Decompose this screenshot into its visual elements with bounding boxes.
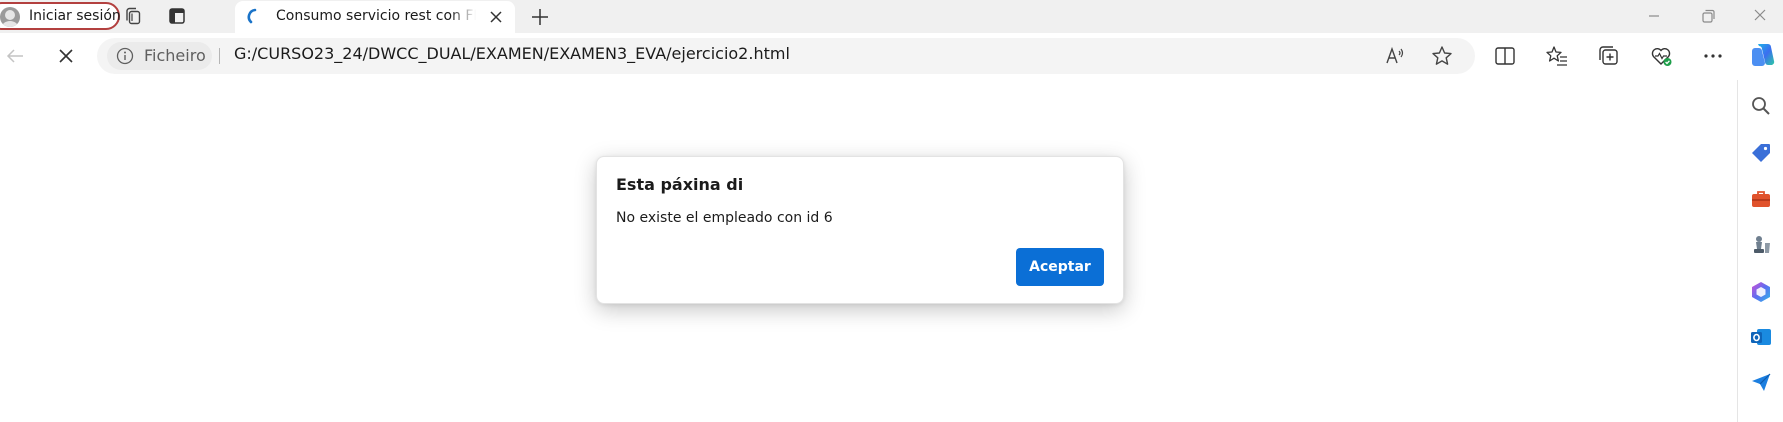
read-aloud-icon[interactable]	[1383, 44, 1407, 68]
favorites-icon[interactable]	[1545, 44, 1569, 68]
profile-label: Iniciar sesión	[29, 8, 121, 24]
close-icon[interactable]	[487, 8, 505, 26]
address-toolbar: Ficheiro G:/CURSO23_24/DWCC_DUAL/EXAMEN/…	[0, 33, 1783, 80]
split-screen-icon[interactable]	[1493, 44, 1517, 68]
more-dots-icon[interactable]	[1701, 44, 1725, 68]
tools-briefcase-icon[interactable]	[1749, 187, 1773, 211]
url-text[interactable]: G:/CURSO23_24/DWCC_DUAL/EXAMEN/EXAMEN3_E…	[234, 44, 790, 63]
site-chip-label: Ficheiro	[144, 46, 206, 65]
outlook-icon[interactable]	[1749, 325, 1773, 349]
person-avatar-icon	[0, 7, 20, 27]
profile-button[interactable]: Iniciar sesión	[0, 2, 121, 30]
chip-divider	[219, 48, 220, 64]
copilot-icon[interactable]	[1749, 41, 1777, 69]
dialog-title: Esta páxina di	[616, 175, 744, 194]
tab-title: Consumo servicio rest con FECTH	[276, 8, 476, 24]
accept-button[interactable]: Aceptar	[1016, 248, 1104, 286]
send-icon[interactable]	[1749, 370, 1773, 394]
microsoft-365-icon[interactable]	[1749, 280, 1773, 304]
active-tab[interactable]: Consumo servicio rest con FECTH	[235, 1, 515, 33]
browser-essentials-icon[interactable]	[1649, 44, 1673, 68]
loading-spinner-icon	[247, 8, 257, 24]
collections-icon[interactable]	[1597, 44, 1621, 68]
window-close-icon[interactable]	[1748, 5, 1772, 27]
restore-icon[interactable]	[1696, 5, 1720, 27]
minimize-icon[interactable]	[1642, 5, 1666, 27]
site-info-chip[interactable]: Ficheiro	[107, 42, 212, 70]
tab-strip: Iniciar sesión Consumo servicio rest con…	[0, 0, 1783, 33]
dialog-message: No existe el empleado con id 6	[616, 210, 833, 226]
edge-sidebar	[1737, 80, 1783, 422]
plus-icon[interactable]	[527, 4, 553, 30]
stop-loading-icon[interactable]	[51, 41, 81, 71]
address-bar[interactable]: Ficheiro G:/CURSO23_24/DWCC_DUAL/EXAMEN/…	[97, 38, 1475, 74]
games-chess-icon[interactable]	[1749, 233, 1773, 257]
back-arrow-icon[interactable]	[0, 41, 30, 71]
workspaces-icon[interactable]	[121, 4, 145, 28]
search-icon[interactable]	[1749, 94, 1773, 118]
alert-dialog: Esta páxina di No existe el empleado con…	[596, 156, 1124, 304]
favorite-star-icon[interactable]	[1430, 44, 1454, 68]
tab-actions-icon[interactable]	[165, 4, 189, 28]
page-content: Esta páxina di No existe el empleado con…	[0, 80, 1737, 422]
info-icon	[116, 47, 134, 65]
shopping-tag-icon[interactable]	[1749, 141, 1773, 165]
